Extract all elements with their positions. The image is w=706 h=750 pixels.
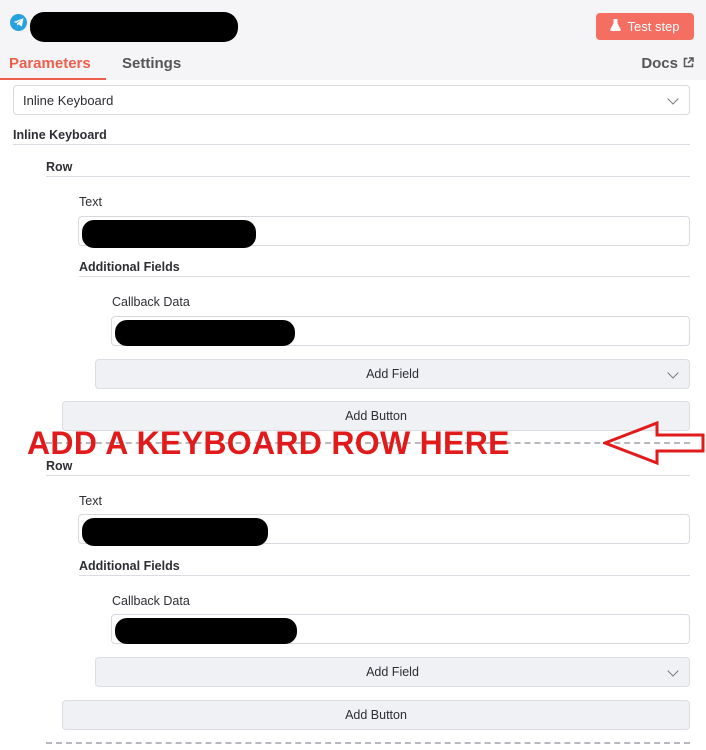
tab-parameters[interactable]: Parameters <box>9 55 91 72</box>
text-label: Text <box>79 195 102 209</box>
divider <box>79 575 690 576</box>
add-field-label: Add Field <box>366 367 419 381</box>
annotation-arrow-icon <box>603 421 705 465</box>
divider <box>79 276 690 277</box>
reply-markup-select[interactable]: Inline Keyboard <box>13 85 690 115</box>
divider <box>46 176 690 177</box>
text-input[interactable] <box>78 216 690 248</box>
active-tab-indicator <box>0 78 106 80</box>
chevron-down-icon <box>667 93 679 105</box>
row-label: Row <box>46 459 73 473</box>
add-button-label: Add Button <box>345 708 407 722</box>
text-input[interactable] <box>78 514 690 546</box>
callback-data-label: Callback Data <box>112 295 190 309</box>
redacted-value <box>82 518 268 546</box>
inline-keyboard-title: Inline Keyboard <box>13 128 107 142</box>
chevron-down-icon <box>667 367 679 379</box>
add-field-button[interactable]: Add Field <box>95 657 690 687</box>
row-separator <box>46 742 690 744</box>
flask-icon <box>610 19 622 34</box>
callback-data-input[interactable] <box>111 614 690 644</box>
docs-label: Docs <box>641 55 678 72</box>
redacted-value <box>115 618 297 644</box>
telegram-icon <box>10 14 27 31</box>
docs-link[interactable]: Docs <box>641 55 694 72</box>
row-label: Row <box>46 160 73 174</box>
test-step-label: Test step <box>627 19 680 34</box>
annotation-text: ADD A KEYBOARD ROW HERE <box>27 425 510 461</box>
redacted-value <box>115 320 295 346</box>
node-header: Test step Parameters Settings Docs <box>0 0 706 80</box>
redacted-node-name <box>30 12 238 42</box>
divider <box>46 475 690 476</box>
text-label: Text <box>79 494 102 508</box>
add-button-button[interactable]: Add Button <box>62 700 690 730</box>
additional-fields-label: Additional Fields <box>79 559 180 573</box>
external-link-icon <box>683 55 694 72</box>
add-field-label: Add Field <box>366 665 419 679</box>
additional-fields-label: Additional Fields <box>79 260 180 274</box>
reply-markup-value: Inline Keyboard <box>23 93 114 108</box>
callback-data-label: Callback Data <box>112 594 190 608</box>
add-field-button[interactable]: Add Field <box>95 359 690 389</box>
callback-data-input[interactable] <box>111 316 690 346</box>
divider <box>13 144 690 145</box>
test-step-button[interactable]: Test step <box>596 13 694 40</box>
redacted-value <box>82 220 256 248</box>
chevron-down-icon <box>667 665 679 677</box>
add-button-label: Add Button <box>345 409 407 423</box>
tab-bar: Parameters Settings Docs <box>0 52 706 80</box>
tab-settings[interactable]: Settings <box>122 55 181 72</box>
